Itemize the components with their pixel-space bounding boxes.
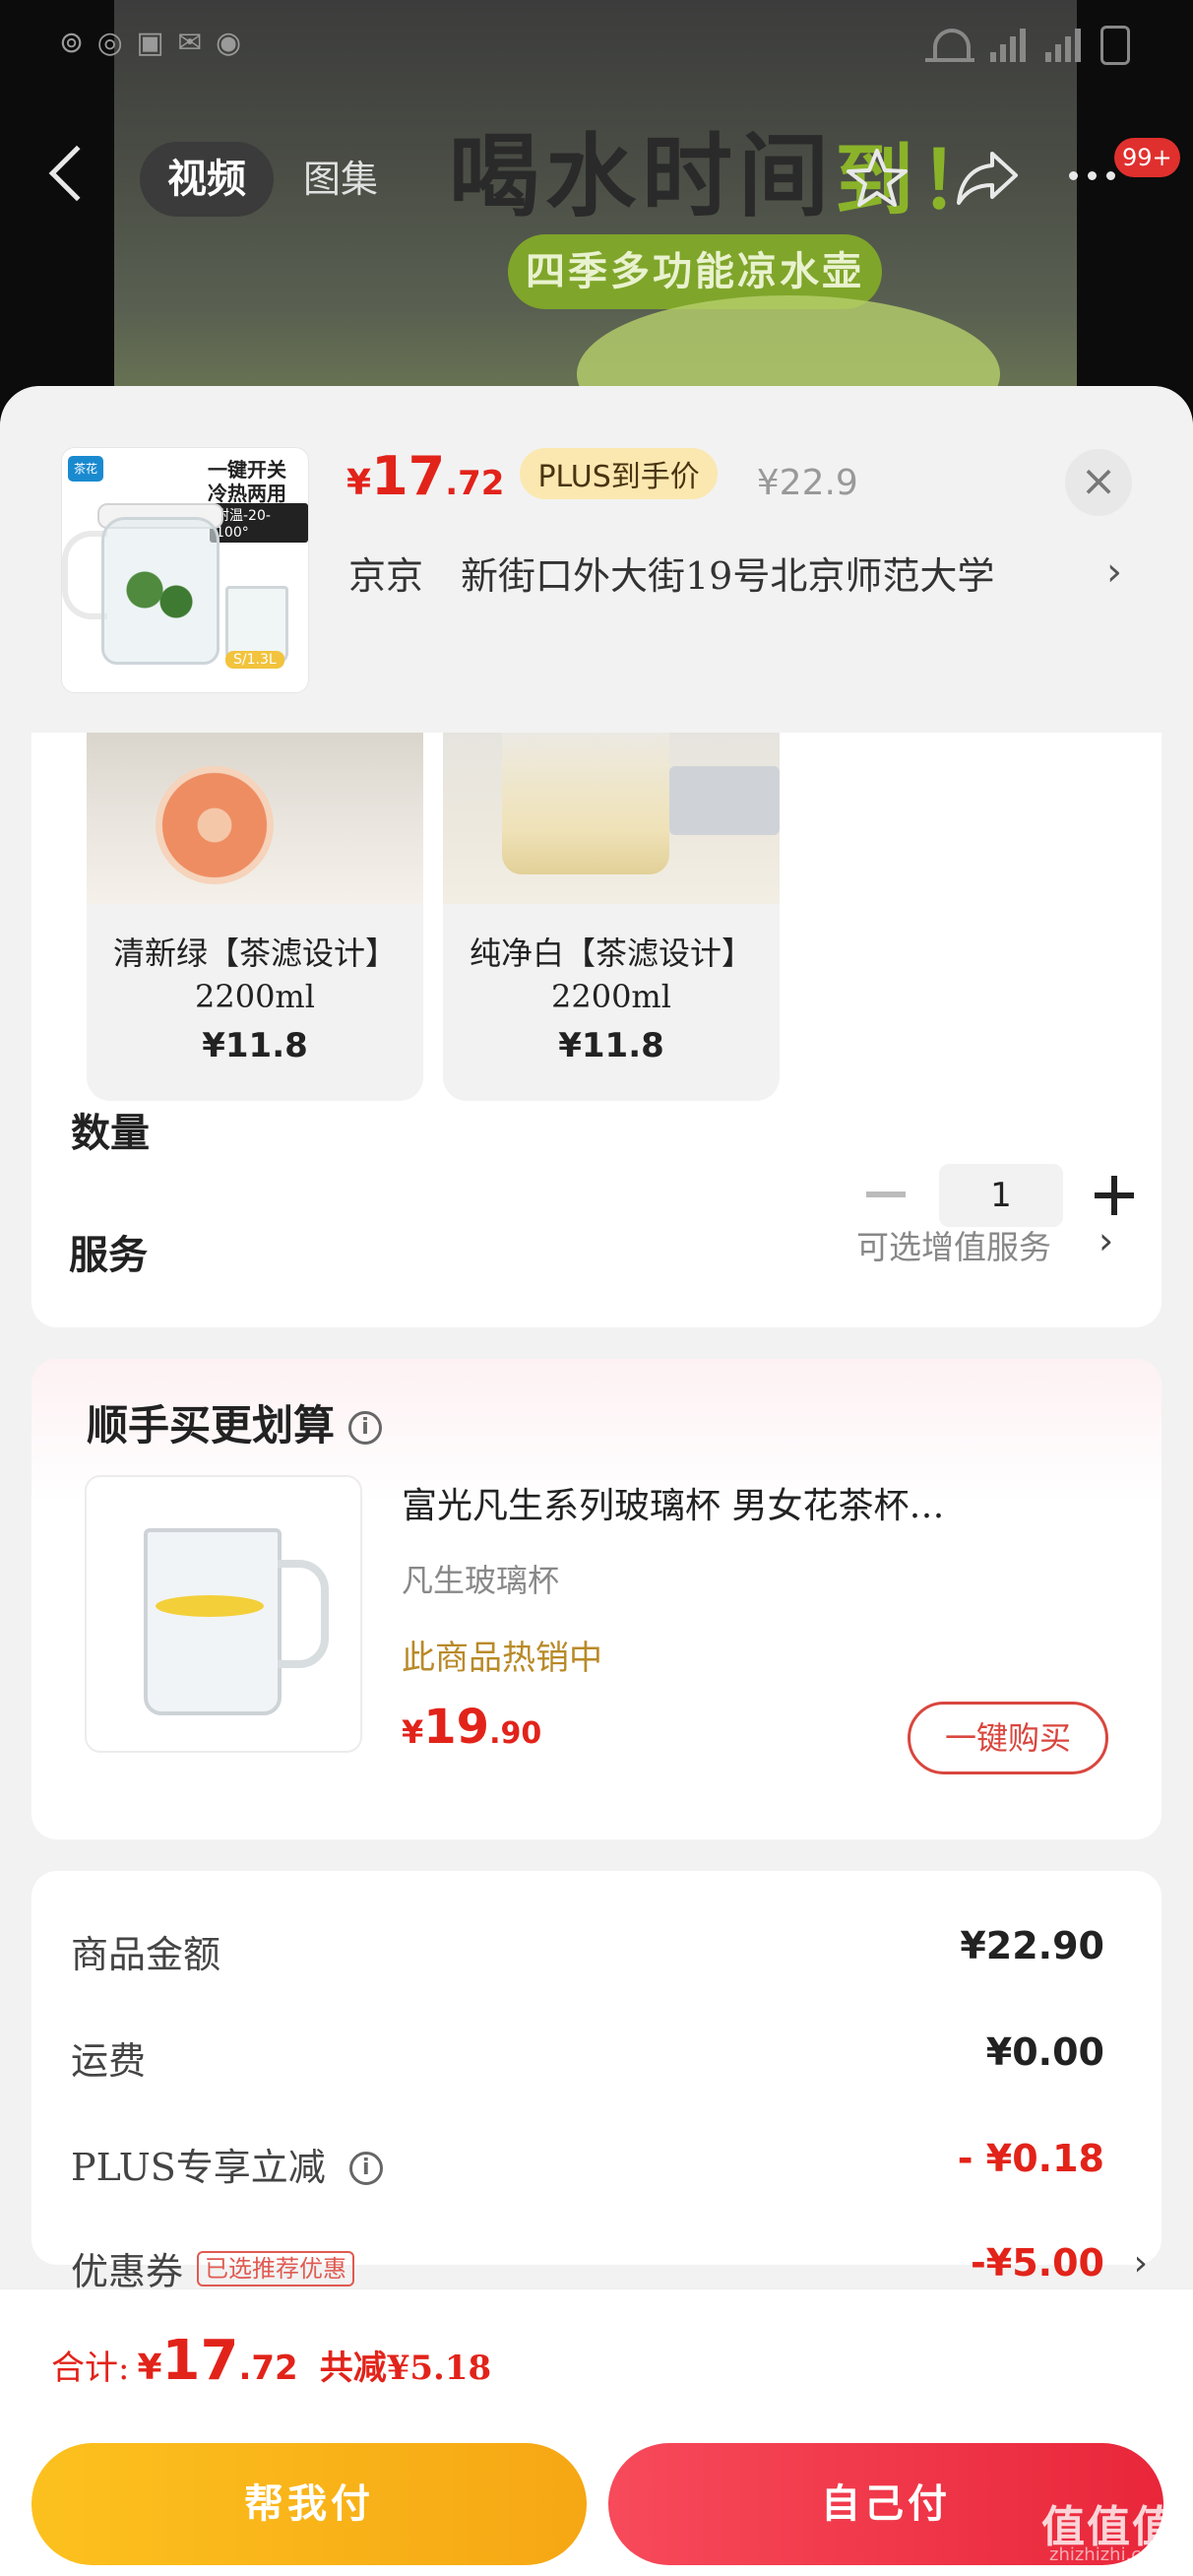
plus-price-tag: PLUS到手价 (520, 448, 718, 499)
bundle-item-name[interactable]: 富光凡生系列玻璃杯 男女花茶杯… (402, 1477, 1091, 1528)
spec-option[interactable]: 清新绿【茶滤设计】 2200ml ¥11.8 (87, 727, 423, 1101)
thumb-text: 冷热两用 (208, 482, 286, 505)
notification-badge: 99+ (1114, 138, 1180, 177)
product-price: ¥17.72 (346, 445, 505, 507)
spec-option-price: ¥11.8 (202, 1026, 308, 1065)
summary-value: ¥22.90 (960, 1924, 1104, 1967)
summary-value: - ¥0.18 (957, 2137, 1104, 2180)
watermark-url: zhizhizhi.com (1049, 2544, 1169, 2565)
spec-option-image (87, 727, 423, 904)
summary-row: 运费 ¥0.00 (71, 2030, 1104, 2090)
original-price: ¥22.9 (756, 463, 858, 503)
bundle-card: 顺手买更划算 i 富光凡生系列玻璃杯 男女花茶杯… 凡生玻璃杯 此商品热销中 ¥1… (31, 1359, 1162, 1839)
battery-icon (1100, 26, 1130, 65)
wifi-icon (925, 29, 974, 62)
summary-row: 商品金额 ¥22.90 (71, 1924, 1104, 1983)
purchase-sheet: 清新绿【茶滤设计】 2200ml ¥11.8 纯净白【茶滤设计】 2200ml … (0, 386, 1193, 2576)
checkout-bar: 合计: ¥17.72 共减¥5.18 帮我付 自己付 (0, 2288, 1193, 2576)
bundle-item-price: ¥19.90 (402, 1700, 542, 1755)
spec-option[interactable]: 纯净白【茶滤设计】 2200ml ¥11.8 (443, 727, 780, 1101)
summary-label: 优惠券 已选推荐优惠 (71, 2241, 355, 2295)
coupon-tag: 已选推荐优惠 (197, 2251, 355, 2286)
status-icons-left: ⊚ ◎ ▣ ✉ ◉ (59, 26, 244, 60)
status-bar: ⊚ ◎ ▣ ✉ ◉ (0, 26, 1193, 73)
bundle-title: 顺手买更划算 i (87, 1392, 383, 1452)
product-thumbnail: 茶花 一键开关 冷热两用 耐温-20-100° S/1.3L (61, 447, 309, 693)
service-label: 服务 (69, 1233, 148, 1278)
help-pay-button[interactable]: 帮我付 (31, 2443, 587, 2565)
summary-label: 运费 (71, 2039, 147, 2083)
bundle-item-image[interactable] (85, 1475, 362, 1753)
thumb-temp-tag: 耐温-20-100° (210, 503, 308, 543)
quantity-plus-button[interactable] (1087, 1168, 1142, 1223)
quantity-minus-button[interactable] (866, 1191, 906, 1197)
quantity-label: 数量 (71, 1111, 150, 1156)
share-icon[interactable] (955, 148, 1020, 209)
summary-label: 商品金额 (71, 1933, 221, 1976)
tab-album[interactable]: 图集 (303, 142, 378, 217)
more-icon[interactable] (1069, 171, 1115, 180)
summary-value: -¥5.00 (971, 2241, 1104, 2285)
signal-icon (990, 29, 1030, 62)
spec-option-name: 清新绿【茶滤设计】 2200ml (112, 934, 397, 1015)
bundle-item-spec: 凡生玻璃杯 (402, 1562, 560, 1599)
summary-value: ¥0.00 (985, 2030, 1104, 2074)
order-total: 合计: ¥17.72 共减¥5.18 (51, 2329, 492, 2393)
service-selector[interactable]: 可选增值服务 (856, 1221, 1051, 1268)
total-label: 合计: (51, 2349, 130, 2388)
brand-logo: 茶花 (68, 456, 103, 482)
info-icon[interactable]: i (348, 2152, 383, 2185)
summary-label: PLUS专享立减 i (71, 2137, 383, 2191)
spec-option-name: 纯净白【茶滤设计】 2200ml (469, 934, 753, 1015)
summary-row: PLUS专享立减 i - ¥0.18 (71, 2137, 1104, 2196)
delivery-address[interactable]: 京京 新街口外大街19号北京师范大学 (348, 546, 1126, 600)
info-icon[interactable]: i (348, 1411, 383, 1445)
close-button[interactable]: × (1065, 449, 1132, 516)
back-arrow-icon[interactable] (48, 145, 105, 202)
chevron-right-icon: › (1133, 2243, 1148, 2284)
chevron-right-icon: › (1106, 549, 1122, 595)
signal-icon-2 (1045, 29, 1085, 62)
price-summary-card: 商品金额 ¥22.90 运费 ¥0.00 PLUS专享立减 i - ¥0.18 优… (31, 1871, 1162, 2293)
spec-option-image (443, 727, 780, 904)
one-click-buy-button[interactable]: 一键购买 (908, 1702, 1108, 1774)
chevron-right-icon: › (1099, 1219, 1114, 1262)
tab-video[interactable]: 视频 (140, 142, 274, 217)
top-nav: 视频 图集 99+ (0, 138, 1193, 223)
total-discount: 共减¥5.18 (319, 2349, 492, 2388)
quantity-input[interactable]: 1 (939, 1164, 1063, 1227)
product-header: 茶花 一键开关 冷热两用 耐温-20-100° S/1.3L ¥17.72 PL… (0, 386, 1193, 733)
star-icon[interactable] (845, 146, 910, 211)
bundle-item-status: 此商品热销中 (402, 1639, 602, 1678)
spec-option-price: ¥11.8 (558, 1026, 664, 1065)
thumb-size-tag: S/1.3L (225, 651, 284, 669)
